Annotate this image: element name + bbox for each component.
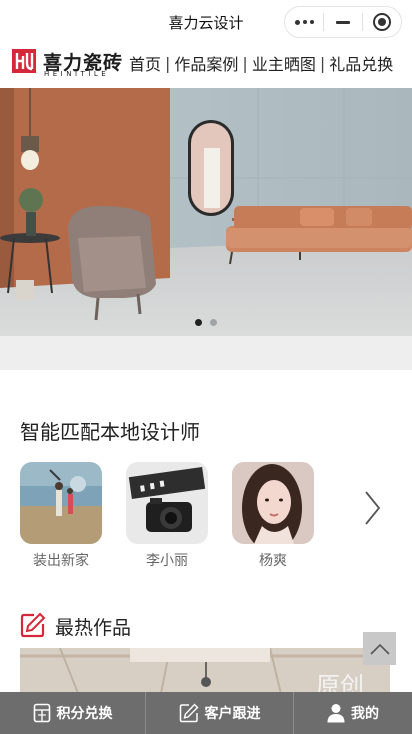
nav-separator: | [165, 53, 171, 73]
chevron-right-icon[interactable] [362, 490, 382, 526]
designer-name: 杨爽 [259, 553, 287, 569]
minimize-button[interactable] [324, 7, 362, 37]
chevron-up-icon [369, 643, 390, 655]
designer-card[interactable]: 装出新家 [20, 462, 102, 570]
top-bar: 喜力云设计 [0, 0, 412, 44]
avatar [232, 462, 314, 544]
minimize-icon [336, 20, 350, 24]
edit-square-icon [20, 612, 46, 638]
edit-icon [179, 703, 198, 723]
tab-label: 积分兑换 [56, 706, 113, 722]
nav-item-cases[interactable]: 作品案例 [174, 51, 238, 75]
tab-customer-follow-up[interactable]: 客户跟进 [145, 692, 294, 734]
nav-separator: | [319, 53, 326, 73]
user-icon [327, 704, 345, 723]
designer-card[interactable]: 杨爽 [232, 462, 314, 570]
avatar [20, 462, 102, 544]
tab-label: 我的 [351, 706, 379, 722]
banner-carousel[interactable] [0, 88, 412, 336]
main-nav: 首页 | 作品案例 | 业主晒图 | 礼品兑换 [129, 51, 393, 75]
tab-mine[interactable]: 我的 [294, 692, 412, 734]
designer-list: 装出新家 李小丽 杨爽 [20, 462, 412, 572]
tab-label: 客户跟进 [204, 706, 261, 722]
nav-separator: | [242, 53, 248, 73]
designer-card[interactable]: 李小丽 [126, 462, 208, 570]
back-to-top-button[interactable] [363, 632, 396, 665]
tab-points-exchange[interactable]: 积分兑换 [0, 692, 145, 734]
avatar [126, 462, 208, 544]
hot-works-title: 最热作品 [55, 617, 132, 639]
nav-item-owner-photos[interactable]: 业主晒图 [252, 51, 316, 75]
banner-image [0, 88, 412, 336]
close-button[interactable] [363, 7, 401, 37]
hot-work-card[interactable]: 原创 [20, 648, 390, 698]
carousel-dot[interactable] [210, 319, 217, 326]
more-icon [294, 19, 314, 25]
capsule-menu [284, 6, 402, 38]
brand-logo[interactable]: 喜力瓷砖 HEINITILE [12, 49, 122, 81]
designers-section-title: 智能匹配本地设计师 [20, 420, 200, 444]
carousel-indicator [0, 319, 412, 326]
carousel-dot-active[interactable] [195, 319, 202, 326]
section-divider [0, 336, 412, 370]
designer-name: 装出新家 [33, 553, 89, 569]
more-button[interactable] [285, 7, 323, 37]
bottom-tab-bar: 积分兑换 客户跟进 我的 [0, 692, 412, 734]
brand-nav-row: 喜力瓷砖 HEINITILE 首页 | 作品案例 | 业主晒图 | 礼品兑换 [0, 44, 412, 88]
designer-name: 李小丽 [146, 553, 188, 569]
brand-name-en: HEINITILE [44, 70, 110, 78]
close-target-icon [373, 13, 391, 31]
nav-item-home[interactable]: 首页 [129, 51, 161, 75]
brand-logo-icon [12, 49, 36, 73]
nav-item-gifts[interactable]: 礼品兑换 [329, 51, 393, 75]
gift-card-icon [33, 703, 50, 723]
